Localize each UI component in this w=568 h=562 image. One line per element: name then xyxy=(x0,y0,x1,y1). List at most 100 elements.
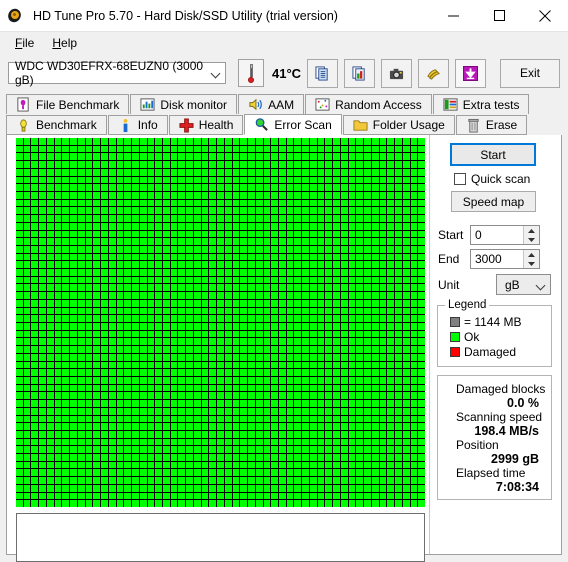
log-output[interactable] xyxy=(16,513,425,562)
start-spinner-arrows[interactable] xyxy=(523,226,539,244)
block-cell xyxy=(395,153,402,161)
block-cell xyxy=(302,454,309,461)
block-cell xyxy=(46,438,54,446)
block-cell xyxy=(62,261,70,269)
tab-random-access[interactable]: Random Access xyxy=(305,94,432,114)
start-spinner[interactable]: 0 xyxy=(470,225,540,245)
end-spinner-down[interactable] xyxy=(524,259,539,268)
quick-scan-row[interactable]: Quick scan xyxy=(454,172,530,186)
block-cell xyxy=(340,315,348,322)
block-cell xyxy=(39,323,46,330)
tab-disk-monitor[interactable]: Disk monitor xyxy=(130,94,238,114)
block-cell xyxy=(217,477,224,484)
block-cell xyxy=(162,407,170,415)
tab-erase[interactable]: Erase xyxy=(455,115,528,135)
block-cell xyxy=(240,500,248,507)
block-cell xyxy=(348,145,356,153)
block-cell xyxy=(178,245,186,253)
block-cell xyxy=(201,353,209,361)
block-cell xyxy=(193,438,201,446)
block-cell xyxy=(108,323,116,330)
block-cell xyxy=(286,292,294,299)
block-cell xyxy=(124,346,132,353)
tab-health[interactable]: Health xyxy=(168,115,244,135)
block-cell xyxy=(209,376,217,384)
block-cell xyxy=(286,423,294,430)
block-cell xyxy=(209,438,217,446)
start-spinner-up[interactable] xyxy=(524,226,539,235)
block-cell xyxy=(232,369,240,376)
block-cell xyxy=(178,500,186,507)
block-cell xyxy=(124,500,132,507)
block-cell xyxy=(279,477,286,484)
start-input[interactable]: 0 xyxy=(471,226,523,244)
block-cell xyxy=(224,346,232,353)
start-scan-button[interactable]: Start xyxy=(450,143,536,166)
block-cell xyxy=(132,284,139,292)
end-spinner-arrows[interactable] xyxy=(523,250,539,268)
block-cell xyxy=(371,238,379,245)
copy-button[interactable] xyxy=(307,58,338,88)
tab-folder-usage[interactable]: Folder Usage xyxy=(342,115,455,135)
block-cell xyxy=(410,284,418,292)
block-cell xyxy=(348,407,356,415)
tab-info[interactable]: Info xyxy=(107,115,168,135)
block-cell xyxy=(240,392,248,400)
quick-scan-checkbox[interactable] xyxy=(454,173,466,185)
block-cell xyxy=(209,161,217,168)
block-cell xyxy=(132,315,139,322)
block-cell xyxy=(294,477,302,484)
screenshot-button[interactable] xyxy=(381,58,412,88)
copy-image-button[interactable] xyxy=(344,58,375,88)
maximize-button[interactable] xyxy=(476,0,522,31)
speed-map-button[interactable]: Speed map xyxy=(451,191,536,212)
block-cell xyxy=(70,477,77,484)
block-cell xyxy=(317,215,325,222)
end-spinner[interactable]: 3000 xyxy=(470,249,540,269)
block-cell xyxy=(54,222,62,230)
block-cell xyxy=(54,461,62,469)
options-button[interactable] xyxy=(418,58,449,88)
block-cell xyxy=(418,323,425,330)
close-button[interactable] xyxy=(522,0,568,31)
unit-select[interactable]: gB xyxy=(496,274,551,295)
exit-button[interactable]: Exit xyxy=(500,58,560,88)
block-cell xyxy=(279,323,286,330)
block-cell xyxy=(387,346,395,353)
block-cell xyxy=(309,492,317,500)
block-cell xyxy=(371,245,379,253)
tab-aam[interactable]: AAM xyxy=(238,94,305,114)
block-cell xyxy=(356,215,364,222)
block-cell xyxy=(418,330,425,338)
block-cell xyxy=(116,477,124,484)
block-cell xyxy=(101,307,108,315)
block-map[interactable] xyxy=(16,138,425,507)
tab-error-scan[interactable]: Error Scan xyxy=(244,114,342,135)
block-cell xyxy=(317,384,325,392)
save-button[interactable] xyxy=(455,58,486,88)
end-input[interactable]: 3000 xyxy=(471,250,523,268)
minimize-button[interactable] xyxy=(430,0,476,31)
block-cell xyxy=(139,438,147,446)
block-cell xyxy=(418,338,425,346)
block-cell xyxy=(186,361,193,369)
block-cell xyxy=(108,161,116,168)
menu-help[interactable]: Help xyxy=(43,34,86,52)
block-cell xyxy=(294,338,302,346)
block-cell xyxy=(39,299,46,307)
block-cell xyxy=(248,269,255,276)
block-cell xyxy=(325,222,333,230)
block-cell xyxy=(186,438,193,446)
block-cell xyxy=(364,369,371,376)
drive-select[interactable]: WDC WD30EFRX-68EUZN0 (3000 gB) xyxy=(8,59,226,87)
block-cell xyxy=(356,176,364,184)
block-cell xyxy=(139,261,147,269)
start-spinner-down[interactable] xyxy=(524,235,539,244)
tab-extra-tests[interactable]: Extra tests xyxy=(432,94,530,114)
end-spinner-up[interactable] xyxy=(524,250,539,259)
tab-file-benchmark[interactable]: File Benchmark xyxy=(6,94,130,114)
tab-benchmark[interactable]: Benchmark xyxy=(6,115,107,135)
block-cell xyxy=(108,415,116,423)
menu-file[interactable]: File xyxy=(6,34,43,52)
block-cell xyxy=(162,138,170,145)
